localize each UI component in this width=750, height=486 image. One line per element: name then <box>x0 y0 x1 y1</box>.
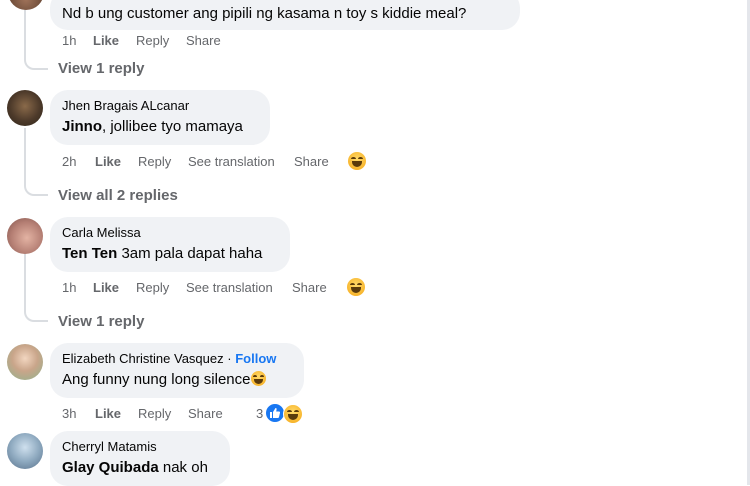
view-replies-link[interactable]: View all 2 replies <box>58 186 178 206</box>
haha-icon[interactable] <box>347 278 365 296</box>
see-translation-button[interactable]: See translation <box>186 280 273 296</box>
share-button[interactable]: Share <box>188 406 223 422</box>
haha-icon[interactable] <box>348 152 366 170</box>
like-button[interactable]: Like <box>93 280 119 296</box>
timestamp[interactable]: 1h <box>62 33 76 49</box>
mention-link[interactable]: Jinno <box>62 118 102 135</box>
thread-rail <box>24 128 26 184</box>
avatar[interactable] <box>7 90 43 126</box>
avatar[interactable] <box>8 0 44 10</box>
reply-button[interactable]: Reply <box>138 406 171 422</box>
comment-text: Nd b ung customer ang pipili ng kasama n… <box>62 5 467 22</box>
reply-button[interactable]: Reply <box>136 33 169 49</box>
thread-elbow <box>24 182 48 196</box>
share-button[interactable]: Share <box>292 280 327 296</box>
comment-bubble: Carla Melissa Ten Ten 3am pala dapat hah… <box>50 217 290 272</box>
avatar[interactable] <box>7 344 43 380</box>
comment-text: Ang funny nung long silence <box>62 371 251 388</box>
thread-elbow <box>24 56 48 70</box>
comment-actions: 3h Like Reply Share <box>62 406 262 422</box>
like-button[interactable]: Like <box>93 33 119 49</box>
comment-author[interactable]: Carla Melissa <box>62 225 278 241</box>
comment-body: Ang funny nung long silence <box>62 370 292 390</box>
haha-reaction-icon[interactable] <box>283 404 303 424</box>
thread-rail <box>24 254 26 310</box>
comment-text: nak oh <box>158 459 208 476</box>
share-button[interactable]: Share <box>186 33 221 49</box>
comment-author[interactable]: Elizabeth Christine Vasquez <box>62 351 224 366</box>
thread-elbow <box>24 308 48 322</box>
reaction-count[interactable]: 3 <box>256 406 263 422</box>
comment-actions: 1h Like Reply Share <box>62 33 262 49</box>
comment-body: Ten Ten 3am pala dapat haha <box>62 244 278 264</box>
mention-link[interactable]: Glay Quibada <box>62 459 159 476</box>
view-replies-link[interactable]: View 1 reply <box>58 312 144 332</box>
comment-text: 3am pala dapat haha <box>117 245 263 262</box>
comment-bubble: Jhen Bragais ALcanar Jinno, jollibee tyo… <box>50 90 270 145</box>
like-button[interactable]: Like <box>95 406 121 422</box>
comment-bubble: Nd b ung customer ang pipili ng kasama n… <box>50 0 520 30</box>
follow-button[interactable]: Follow <box>235 351 276 366</box>
share-button[interactable]: Share <box>294 154 329 170</box>
mention-link[interactable]: Ten Ten <box>62 245 117 262</box>
avatar[interactable] <box>7 218 43 254</box>
see-translation-button[interactable]: See translation <box>188 154 275 170</box>
comment-body: Jinno, jollibee tyo mamaya <box>62 117 258 137</box>
comment-author[interactable]: Jhen Bragais ALcanar <box>62 98 258 114</box>
comment-body: Glay Quibada nak oh <box>62 458 218 478</box>
timestamp[interactable]: 2h <box>62 154 76 170</box>
comment-author-line: Elizabeth Christine Vasquez · Follow <box>62 351 292 367</box>
comment-bubble: Cherryl Matamis Glay Quibada nak oh <box>50 431 230 486</box>
separator-dot: · <box>227 351 232 366</box>
comment-text: , jollibee tyo mamaya <box>102 118 243 135</box>
timestamp[interactable]: 1h <box>62 280 76 296</box>
reply-button[interactable]: Reply <box>136 280 169 296</box>
avatar[interactable] <box>7 433 43 469</box>
comment-bubble: Elizabeth Christine Vasquez · Follow Ang… <box>50 343 304 398</box>
comment-actions: 1h Like Reply See translation Share <box>62 280 362 296</box>
comment-actions: 2h Like Reply See translation Share <box>62 154 362 170</box>
timestamp[interactable]: 3h <box>62 406 76 422</box>
reply-button[interactable]: Reply <box>138 154 171 170</box>
view-replies-link[interactable]: View 1 reply <box>58 59 144 79</box>
comment-author[interactable]: Cherryl Matamis <box>62 439 218 455</box>
like-button[interactable]: Like <box>95 154 121 170</box>
haha-emoji-icon <box>251 371 267 386</box>
